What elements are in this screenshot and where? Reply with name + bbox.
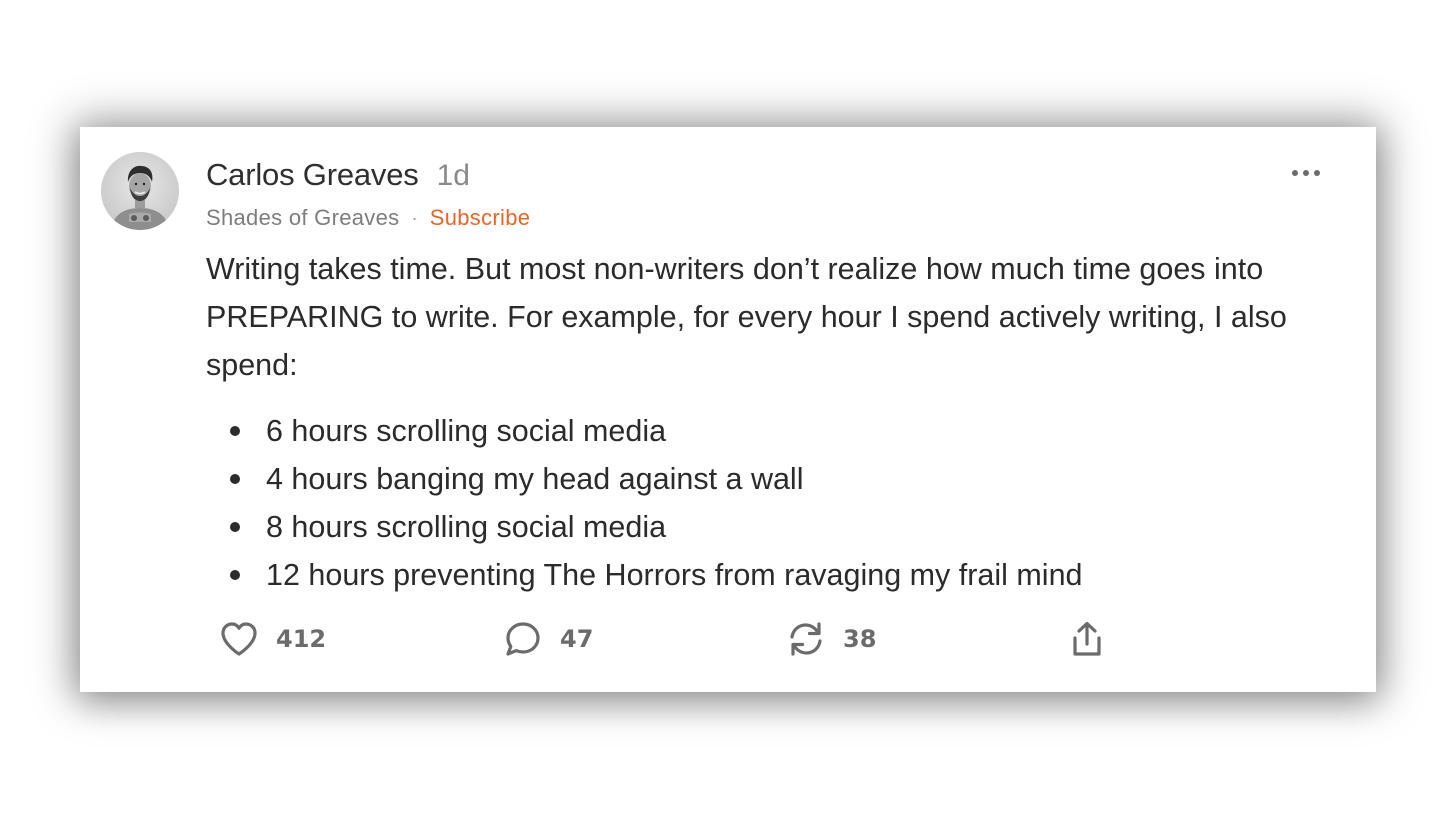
- restack-count: 38: [843, 625, 877, 653]
- author-name[interactable]: Carlos Greaves: [206, 157, 419, 193]
- list-item: 12 hours preventing The Horrors from rav…: [206, 551, 1083, 599]
- avatar[interactable]: [101, 152, 179, 230]
- post-body: Writing takes time. But most non-writers…: [206, 252, 1287, 382]
- more-horizontal-icon: [1292, 170, 1320, 176]
- subscribe-link[interactable]: Subscribe: [430, 205, 531, 231]
- list-item-text: 12 hours preventing The Horrors from rav…: [266, 558, 1083, 592]
- post-timestamp[interactable]: 1d: [437, 159, 470, 193]
- action-bar: 412 47 38: [220, 617, 1120, 661]
- list-item-text: 6 hours scrolling social media: [266, 414, 667, 448]
- list-item-text: 8 hours scrolling social media: [266, 510, 667, 544]
- bullet-dot: [230, 426, 240, 436]
- note-card: Carlos Greaves 1d Shades of Greaves · Su…: [80, 127, 1376, 692]
- separator-dot: ·: [411, 207, 418, 228]
- bullet-dot: [230, 570, 240, 580]
- list-item: 8 hours scrolling social media: [206, 503, 1083, 551]
- restack-button[interactable]: 38: [787, 617, 876, 661]
- post-bullet-list: 6 hours scrolling social media 4 hours b…: [206, 407, 1083, 599]
- share-button[interactable]: [1070, 617, 1104, 661]
- publication-row: Shades of Greaves · Subscribe: [206, 205, 530, 231]
- like-count: 412: [276, 625, 327, 653]
- bullet-dot: [230, 474, 240, 484]
- heart-icon: [221, 622, 257, 656]
- publication-name[interactable]: Shades of Greaves: [206, 205, 399, 231]
- bullet-dot: [230, 522, 240, 532]
- list-item-text: 4 hours banging my head against a wall: [266, 462, 804, 496]
- share-icon: [1073, 621, 1101, 656]
- author-row: Carlos Greaves 1d: [206, 157, 470, 193]
- list-item: 6 hours scrolling social media: [206, 407, 1083, 455]
- like-button[interactable]: 412: [220, 617, 326, 661]
- restack-arrows-icon: [790, 622, 822, 656]
- list-item: 4 hours banging my head against a wall: [206, 455, 1083, 503]
- comment-button[interactable]: 47: [504, 617, 593, 661]
- more-options-button[interactable]: [1288, 163, 1324, 183]
- comment-count: 47: [560, 625, 594, 653]
- comment-bubble-icon: [506, 622, 540, 656]
